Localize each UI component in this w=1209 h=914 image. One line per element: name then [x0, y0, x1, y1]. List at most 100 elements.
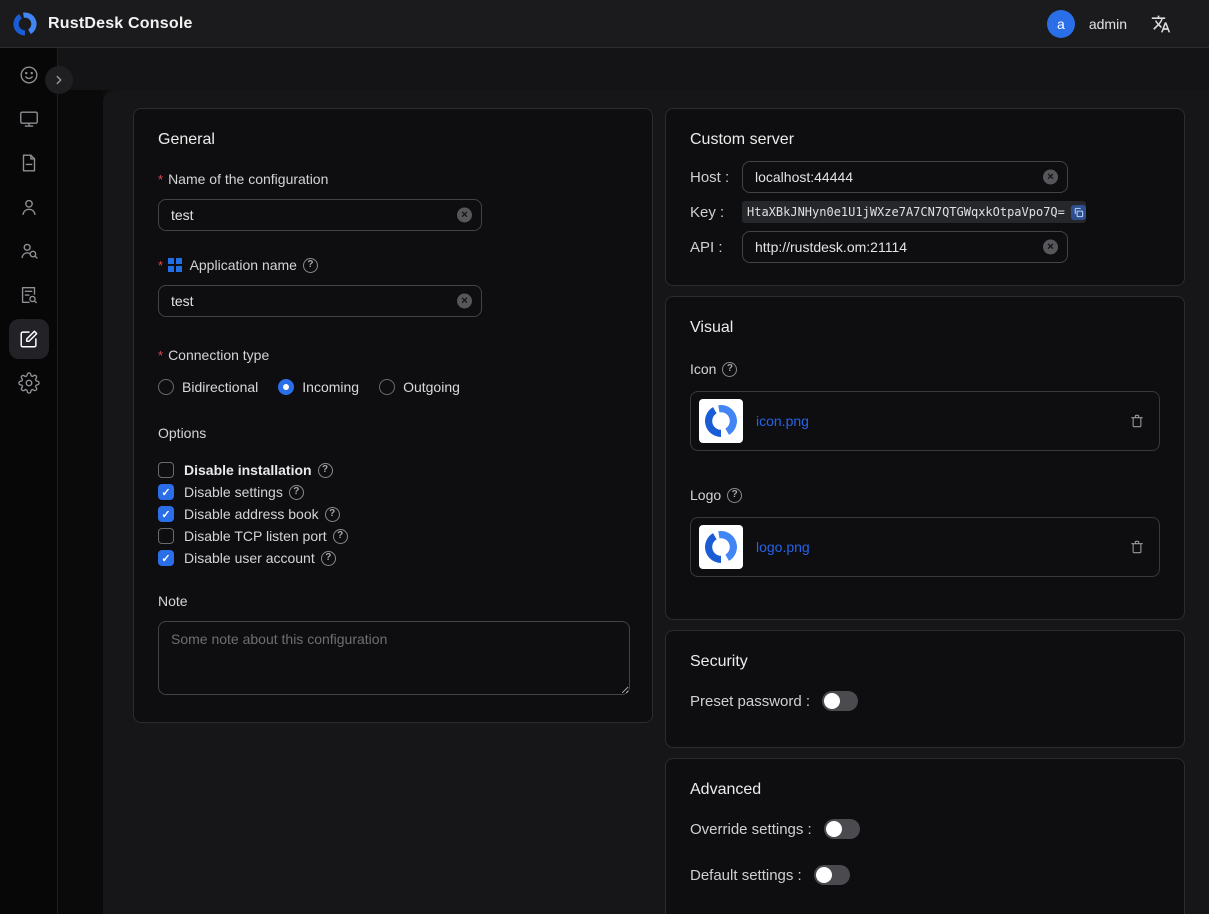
api-row: API : ✕ — [690, 231, 1160, 263]
user-avatar[interactable]: a — [1047, 10, 1075, 38]
default-settings-label: Default settings : — [690, 867, 802, 884]
sidebar-item-documents[interactable] — [9, 143, 49, 183]
brand: RustDesk Console — [12, 11, 193, 37]
help-icon[interactable]: ? — [289, 485, 304, 500]
sidebar-item-configurations[interactable] — [9, 319, 49, 359]
radio-dot — [379, 379, 395, 395]
checkbox[interactable] — [158, 550, 174, 566]
rustdesk-logo-icon — [12, 11, 38, 37]
checkbox-disable-address-book: Disable address book ? — [158, 503, 628, 525]
user-icon — [18, 196, 40, 218]
preset-password-label: Preset password : — [690, 693, 810, 710]
trash-icon[interactable] — [1129, 413, 1145, 429]
visual-card: Visual Icon ? icon.png — [665, 296, 1185, 620]
clear-icon[interactable]: ✕ — [1043, 240, 1058, 255]
required-asterisk: * — [158, 172, 163, 187]
note-label: Note — [158, 593, 628, 609]
monitor-icon — [18, 108, 40, 130]
connection-type-radio-group: Bidirectional Incoming Outgoing — [158, 379, 628, 395]
help-icon[interactable]: ? — [722, 362, 737, 377]
radio-dot — [158, 379, 174, 395]
override-settings-toggle[interactable] — [824, 819, 860, 839]
main-content: General * Name of the configuration ✕ * … — [103, 90, 1209, 914]
host-field: ✕ — [742, 161, 1068, 193]
config-name-field: ✕ — [158, 199, 482, 231]
app-name-field: ✕ — [158, 285, 482, 317]
logo-file-link[interactable]: logo.png — [756, 539, 810, 555]
key-field: HtaXBkJNHyn0e1U1jWXze7A7CN7QTGWqxkOtpaVp… — [742, 201, 1086, 223]
checkbox[interactable] — [158, 484, 174, 500]
smiley-icon — [18, 64, 40, 86]
logo-upload-box: logo.png — [690, 517, 1160, 577]
default-settings-row: Default settings : — [690, 865, 1160, 885]
help-icon[interactable]: ? — [303, 258, 318, 273]
right-column: Custom server Host : ✕ Key : HtaXBkJNHyn… — [665, 108, 1185, 914]
checkbox[interactable] — [158, 462, 174, 478]
sidebar-item-users[interactable] — [9, 187, 49, 227]
app-name-label: * Application name ? — [158, 257, 628, 273]
checkbox[interactable] — [158, 506, 174, 522]
radio-dot — [278, 379, 294, 395]
sidebar — [0, 48, 58, 914]
clear-icon[interactable]: ✕ — [457, 208, 472, 223]
sidebar-item-settings[interactable] — [9, 363, 49, 403]
custom-server-card: Custom server Host : ✕ Key : HtaXBkJNHyn… — [665, 108, 1185, 286]
key-row: Key : HtaXBkJNHyn0e1U1jWXze7A7CN7QTGWqxk… — [690, 201, 1160, 223]
icon-thumbnail — [699, 399, 743, 443]
copy-icon[interactable] — [1071, 205, 1086, 220]
translate-icon[interactable] — [1151, 14, 1171, 34]
default-settings-toggle[interactable] — [814, 865, 850, 885]
checkbox-disable-user-account: Disable user account ? — [158, 547, 628, 569]
api-input[interactable] — [742, 231, 1068, 263]
trash-icon[interactable] — [1129, 539, 1145, 555]
clear-icon[interactable]: ✕ — [457, 294, 472, 309]
connection-type-label: * Connection type — [158, 347, 628, 363]
help-icon[interactable]: ? — [318, 463, 333, 478]
radio-incoming[interactable]: Incoming — [278, 379, 359, 395]
note-textarea[interactable] — [158, 621, 630, 695]
help-icon[interactable]: ? — [333, 529, 348, 544]
key-value: HtaXBkJNHyn0e1U1jWXze7A7CN7QTGWqxkOtpaVp… — [747, 205, 1065, 219]
config-name-input[interactable] — [158, 199, 482, 231]
api-label: API : — [690, 239, 742, 256]
options-label: Options — [158, 425, 628, 441]
security-title: Security — [690, 653, 1160, 671]
help-icon[interactable]: ? — [727, 488, 742, 503]
logo-label: Logo ? — [690, 487, 1160, 503]
app-title: RustDesk Console — [48, 15, 193, 33]
top-bar: RustDesk Console a admin — [0, 0, 1209, 48]
security-card: Security Preset password : — [665, 630, 1185, 748]
help-icon[interactable]: ? — [321, 551, 336, 566]
advanced-card: Advanced Override settings : Default set… — [665, 758, 1185, 914]
app-name-input[interactable] — [158, 285, 482, 317]
icon-label: Icon ? — [690, 361, 1160, 377]
preset-password-toggle[interactable] — [822, 691, 858, 711]
left-column: General * Name of the configuration ✕ * … — [133, 108, 653, 723]
windows-logo-icon — [168, 258, 182, 272]
required-asterisk: * — [158, 348, 163, 363]
sidebar-expand-button[interactable] — [45, 66, 73, 94]
subheader-strip — [58, 48, 1209, 90]
clear-icon[interactable]: ✕ — [1043, 170, 1058, 185]
required-asterisk: * — [158, 258, 163, 273]
radio-outgoing[interactable]: Outgoing — [379, 379, 460, 395]
sidebar-item-groups[interactable] — [9, 231, 49, 271]
advanced-title: Advanced — [690, 781, 1160, 799]
general-title: General — [158, 131, 628, 149]
checkbox-disable-installation: Disable installation ? — [158, 459, 628, 481]
override-settings-row: Override settings : — [690, 819, 1160, 839]
checkbox-disable-tcp-listen-port: Disable TCP listen port ? — [158, 525, 628, 547]
chevron-right-icon — [52, 73, 66, 87]
sidebar-item-devices[interactable] — [9, 99, 49, 139]
general-card: General * Name of the configuration ✕ * … — [133, 108, 653, 723]
username: admin — [1089, 16, 1127, 32]
sidebar-item-welcome[interactable] — [9, 55, 49, 95]
logo-thumbnail — [699, 525, 743, 569]
icon-file-link[interactable]: icon.png — [756, 413, 809, 429]
radio-bidirectional[interactable]: Bidirectional — [158, 379, 258, 395]
config-name-label: * Name of the configuration — [158, 171, 628, 187]
help-icon[interactable]: ? — [325, 507, 340, 522]
sidebar-item-audit[interactable] — [9, 275, 49, 315]
host-input[interactable] — [742, 161, 1068, 193]
checkbox[interactable] — [158, 528, 174, 544]
